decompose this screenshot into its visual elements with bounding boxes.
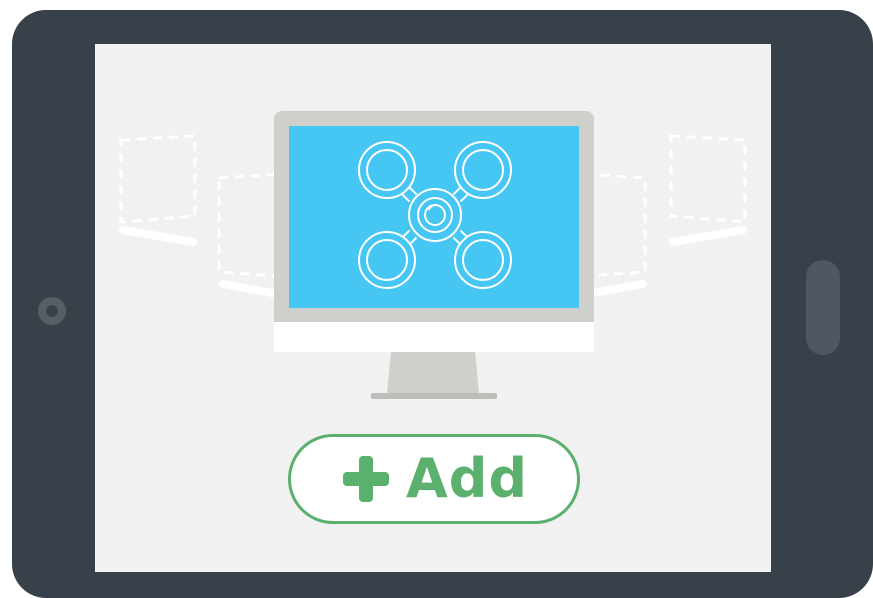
add-button[interactable]: Add — [288, 434, 580, 524]
add-button-label: Add — [405, 447, 529, 510]
monitor-base — [371, 393, 497, 399]
plus-icon — [342, 456, 389, 502]
camera-icon — [38, 297, 66, 325]
placeholder-monitor-far-right — [669, 134, 747, 246]
placeholder-monitor-far-left — [119, 134, 197, 246]
placeholder-monitor-left — [217, 172, 281, 298]
main-monitor — [274, 111, 594, 399]
monitor-illustration — [119, 111, 747, 399]
home-button[interactable] — [806, 260, 840, 355]
monitor-stand — [387, 352, 479, 394]
